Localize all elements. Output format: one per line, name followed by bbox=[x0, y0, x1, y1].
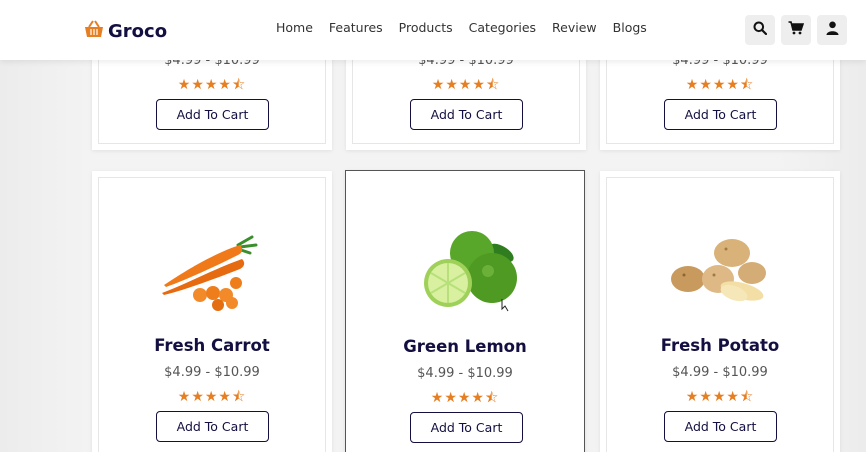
user-icon bbox=[826, 21, 839, 40]
card-border bbox=[352, 177, 578, 452]
product-price: $4.99 - $10.99 bbox=[417, 366, 513, 381]
add-to-cart-button[interactable]: Add To Cart bbox=[410, 412, 523, 443]
half-star-icon: ⯪ bbox=[485, 76, 501, 92]
potato-image bbox=[660, 223, 780, 313]
product-price: $4.99 - $10.99 bbox=[164, 365, 260, 380]
cart-icon bbox=[788, 20, 805, 40]
product-card-potato: Fresh Potato $4.99 - $10.99 ★★★★⯪ Add To… bbox=[600, 171, 840, 452]
star-rating: ★★★★⯪ bbox=[430, 389, 500, 405]
user-button[interactable] bbox=[817, 15, 847, 45]
cart-button[interactable] bbox=[781, 15, 811, 45]
basket-icon bbox=[84, 19, 104, 43]
carrot-image bbox=[152, 223, 272, 313]
star-rating: ★★★★⯪ bbox=[685, 76, 755, 92]
add-to-cart-button[interactable]: Add To Cart bbox=[156, 99, 269, 130]
add-to-cart-button[interactable]: Add To Cart bbox=[156, 411, 269, 442]
main-nav: Home Features Products Categories Review… bbox=[276, 20, 647, 35]
header: Groco Home Features Products Categories … bbox=[0, 0, 866, 60]
lemon-image bbox=[406, 223, 526, 313]
add-to-cart-button[interactable]: Add To Cart bbox=[664, 411, 777, 442]
product-name: Fresh Carrot bbox=[154, 336, 270, 355]
product-card-lemon: Green Lemon $4.99 - $10.99 ★★★★⯪ Add To … bbox=[345, 170, 585, 452]
nav-features[interactable]: Features bbox=[329, 20, 383, 35]
product-name: Green Lemon bbox=[403, 337, 527, 356]
half-star-icon: ⯪ bbox=[231, 388, 247, 404]
brand-name: Groco bbox=[108, 20, 168, 42]
half-star-icon: ⯪ bbox=[739, 388, 755, 404]
half-star-icon: ⯪ bbox=[739, 76, 755, 92]
half-star-icon: ⯪ bbox=[231, 76, 247, 92]
star-rating: ★★★★⯪ bbox=[177, 388, 247, 404]
search-icon bbox=[753, 21, 768, 40]
half-star-icon: ⯪ bbox=[484, 389, 500, 405]
header-icons bbox=[745, 15, 847, 45]
nav-blogs[interactable]: Blogs bbox=[613, 20, 647, 35]
star-rating: ★★★★⯪ bbox=[685, 388, 755, 404]
product-card-carrot: Fresh Carrot $4.99 - $10.99 ★★★★⯪ Add To… bbox=[92, 171, 332, 452]
product-price: $4.99 - $10.99 bbox=[672, 365, 768, 380]
logo[interactable]: Groco bbox=[84, 18, 167, 44]
add-to-cart-button[interactable]: Add To Cart bbox=[410, 99, 523, 130]
add-to-cart-button[interactable]: Add To Cart bbox=[664, 99, 777, 130]
nav-categories[interactable]: Categories bbox=[469, 20, 536, 35]
star-rating: ★★★★⯪ bbox=[431, 76, 501, 92]
nav-products[interactable]: Products bbox=[399, 20, 453, 35]
product-name: Fresh Potato bbox=[660, 336, 780, 355]
nav-home[interactable]: Home bbox=[276, 20, 313, 35]
star-rating: ★★★★⯪ bbox=[177, 76, 247, 92]
nav-review[interactable]: Review bbox=[552, 20, 597, 35]
search-button[interactable] bbox=[745, 15, 775, 45]
